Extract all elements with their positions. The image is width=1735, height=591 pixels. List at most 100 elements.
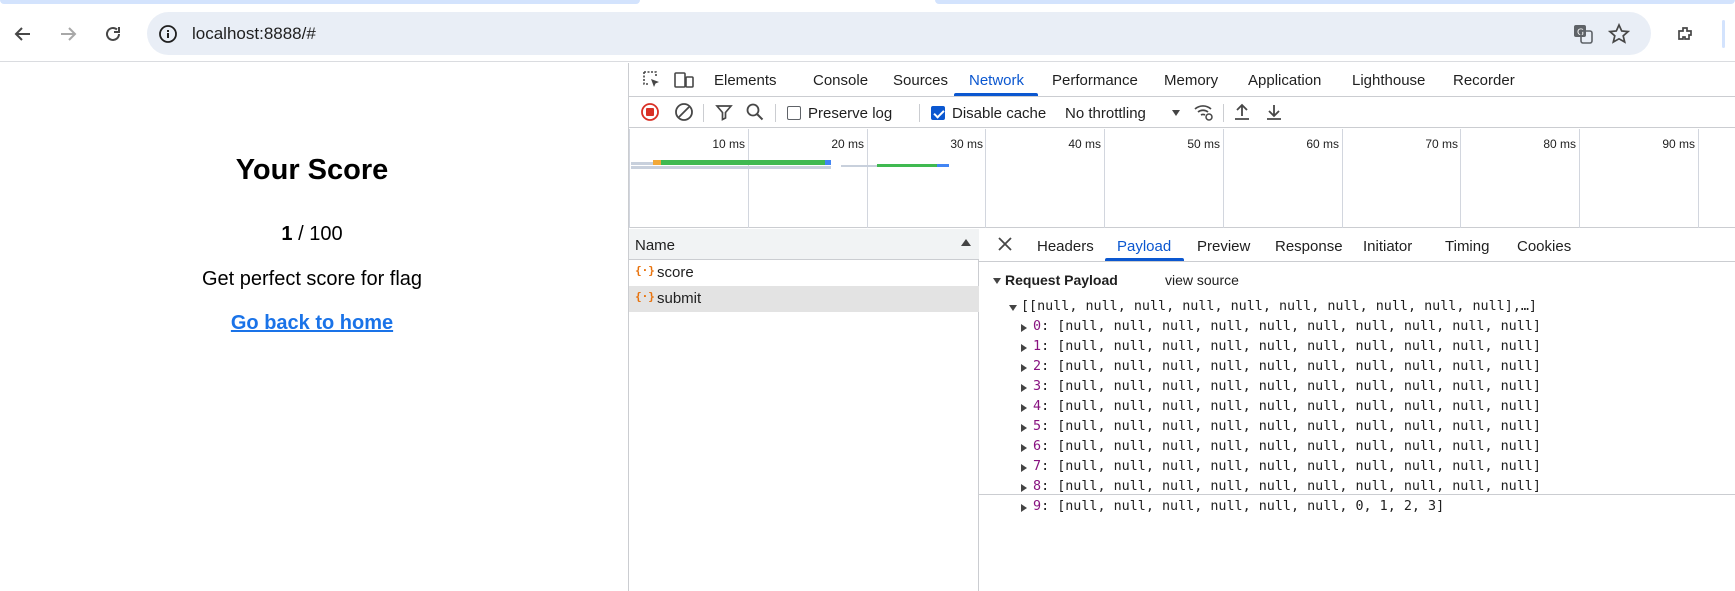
disable-cache-checkbox[interactable] [931,106,945,120]
name-column-header[interactable]: Name [629,229,979,260]
page-content: Your Score 1 / 100 Get perfect score for… [0,63,628,591]
request-row-submit[interactable]: {·} submit [629,286,979,312]
payload-item[interactable]: 2: [null, null, null, null, null, null, … [1033,359,1541,374]
tab-recorder[interactable]: Recorder [1453,72,1515,89]
payload-item[interactable]: 0: [null, null, null, null, null, null, … [1033,319,1541,334]
clear-icon[interactable] [673,101,695,123]
import-har-icon[interactable] [1231,101,1253,123]
payload-item-value: [null, null, null, null, null, null, nul… [1057,339,1541,354]
tree-collapse-icon[interactable] [1021,404,1027,412]
inspect-element-icon[interactable] [640,69,664,91]
timing-bar-waiting [877,164,937,167]
tree-collapse-icon[interactable] [1021,384,1027,392]
close-icon[interactable] [995,234,1015,254]
payload-item[interactable]: 3: [null, null, null, null, null, null, … [1033,379,1541,394]
address-bar[interactable]: localhost:8888/# G [147,12,1651,55]
tab-memory[interactable]: Memory [1164,72,1218,89]
reload-icon [106,26,120,41]
timing-bar-stalled [653,160,661,165]
tree-collapse-icon[interactable] [1021,424,1027,432]
tick-label: 30 ms [950,137,983,151]
tab-performance[interactable]: Performance [1052,72,1138,89]
payload-item[interactable]: 9: [null, null, null, null, null, null, … [1033,499,1444,514]
tab-cookies[interactable]: Cookies [1517,238,1571,255]
disable-cache-label: Disable cache [952,105,1047,122]
tree-collapse-icon[interactable] [1021,504,1027,512]
payload-item-key: 0 [1033,319,1042,334]
filter-icon[interactable] [713,101,735,123]
search-icon[interactable] [744,101,766,123]
request-name: submit [657,290,702,307]
throttling-select[interactable]: No throttling [1057,100,1187,124]
timeline-gridline [867,129,868,228]
tab-elements[interactable]: Elements [714,72,777,89]
tick-label: 80 ms [1543,137,1576,151]
request-row-score[interactable]: {·} score [629,260,979,286]
tab-application[interactable]: Application [1248,72,1321,89]
network-overview[interactable]: 10 ms 20 ms 30 ms 40 ms 50 ms 60 ms 70 m… [629,129,1735,228]
tab-headers[interactable]: Headers [1037,238,1094,255]
device-toolbar-icon[interactable] [672,69,696,91]
payload-root[interactable]: [[null, null, null, null, null, null, nu… [1021,299,1537,314]
network-toolbar: Preserve log Disable cache No throttling [629,97,1735,128]
url-text[interactable]: localhost:8888/# [192,24,316,44]
payload-item[interactable]: 5: [null, null, null, null, null, null, … [1033,419,1541,434]
tick-label: 60 ms [1306,137,1339,151]
tab-network[interactable]: Network [969,72,1024,89]
record-stop-icon[interactable] [639,101,661,123]
timeline-gridline [1223,129,1224,228]
tab-response[interactable]: Response [1275,238,1343,255]
devtools-tabbar: Elements Console Sources Network Perform… [629,63,1735,97]
tree-collapse-icon[interactable] [1021,344,1027,352]
tab-initiator[interactable]: Initiator [1363,238,1412,255]
forward-button[interactable] [52,18,84,50]
home-link[interactable]: Go back to home [0,312,624,335]
tab-timing[interactable]: Timing [1445,238,1489,255]
devtools-panel: Elements Console Sources Network Perform… [628,63,1735,591]
request-details: Headers Payload Preview Response Initiat… [979,229,1735,591]
timeline-gridline [1460,129,1461,228]
timing-bar-queue [631,162,655,165]
payload-item-key: 6 [1033,439,1042,454]
name-column-label: Name [635,237,676,254]
payload-item[interactable]: 8: [null, null, null, null, null, null, … [1033,479,1541,494]
network-conditions-icon[interactable] [1193,101,1215,123]
tab-background [935,0,1735,4]
payload-item[interactable]: 7: [null, null, null, null, null, null, … [1033,459,1541,474]
tab-sources[interactable]: Sources [893,72,948,89]
back-button[interactable] [7,18,39,50]
payload-item-key: 3 [1033,379,1042,394]
payload-item-value: [null, null, null, null, null, null, nul… [1057,379,1541,394]
view-source-link[interactable]: view source [1165,272,1239,288]
tab-console[interactable]: Console [813,72,868,89]
translate-icon[interactable]: G [1571,22,1595,46]
tree-collapse-icon[interactable] [1021,324,1027,332]
page-title: Your Score [235,154,389,186]
payload-item[interactable]: 4: [null, null, null, null, null, null, … [1033,399,1541,414]
reload-button[interactable] [97,18,129,50]
tree-collapse-icon[interactable] [1021,484,1027,492]
payload-item-value: [null, null, null, null, null, null, nul… [1057,479,1541,494]
payload-item[interactable]: 1: [null, null, null, null, null, null, … [1033,339,1541,354]
tree-collapse-icon[interactable] [1021,464,1027,472]
payload-item[interactable]: 6: [null, null, null, null, null, null, … [1033,439,1541,454]
tree-collapse-icon[interactable] [1021,364,1027,372]
site-info-icon[interactable] [156,22,180,46]
timing-bar-waiting [661,160,831,165]
back-arrow-icon [14,27,30,41]
tick-label: 70 ms [1425,137,1458,151]
tree-collapse-icon[interactable] [1021,444,1027,452]
preserve-log-checkbox[interactable] [787,106,801,120]
tree-expand-icon[interactable] [1009,305,1017,311]
export-har-icon[interactable] [1263,101,1285,123]
tab-payload[interactable]: Payload [1117,238,1171,255]
tab-lighthouse[interactable]: Lighthouse [1352,72,1425,89]
bookmark-star-icon[interactable] [1607,22,1631,46]
tab-preview[interactable]: Preview [1197,238,1250,255]
extensions-button[interactable] [1670,18,1702,50]
payload-item-separator: : [1041,399,1058,414]
section-expand-icon[interactable] [993,278,1001,284]
payload-item-separator: : [1041,319,1058,334]
section-title[interactable]: Request Payload [1005,272,1118,288]
payload-item-value: [null, null, null, null, null, null, nul… [1057,439,1541,454]
